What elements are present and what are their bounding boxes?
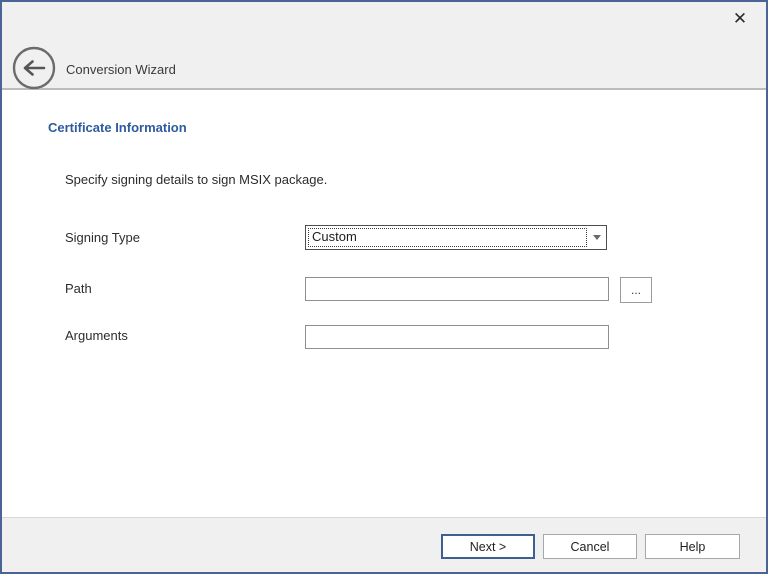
combobox-dropdown-zone[interactable] xyxy=(588,226,606,249)
wizard-title: Conversion Wizard xyxy=(66,61,176,79)
signing-type-combobox[interactable]: Custom xyxy=(305,225,607,250)
close-icon: ✕ xyxy=(733,9,747,29)
page-description: Specify signing details to sign MSIX pac… xyxy=(65,172,327,187)
arguments-label: Arguments xyxy=(65,328,128,344)
chevron-down-icon xyxy=(593,235,601,240)
back-button[interactable] xyxy=(12,46,56,90)
browse-button[interactable]: ... xyxy=(620,277,652,303)
help-button[interactable]: Help xyxy=(645,534,740,559)
signing-type-value: Custom xyxy=(312,226,357,248)
signing-type-label: Signing Type xyxy=(65,230,140,246)
path-label: Path xyxy=(65,281,92,297)
cancel-button[interactable]: Cancel xyxy=(543,534,637,559)
page-title: Certificate Information xyxy=(48,120,187,135)
wizard-header: ✕ Conversion Wizard xyxy=(2,2,766,90)
back-arrow-icon xyxy=(12,78,56,93)
wizard-window: ✕ Conversion Wizard Certificate Informat… xyxy=(0,0,768,574)
path-input[interactable] xyxy=(305,277,609,301)
next-button[interactable]: Next > xyxy=(441,534,535,559)
arguments-input[interactable] xyxy=(305,325,609,349)
close-button[interactable]: ✕ xyxy=(728,7,752,31)
footer-bar: Next > Cancel Help xyxy=(2,517,766,572)
